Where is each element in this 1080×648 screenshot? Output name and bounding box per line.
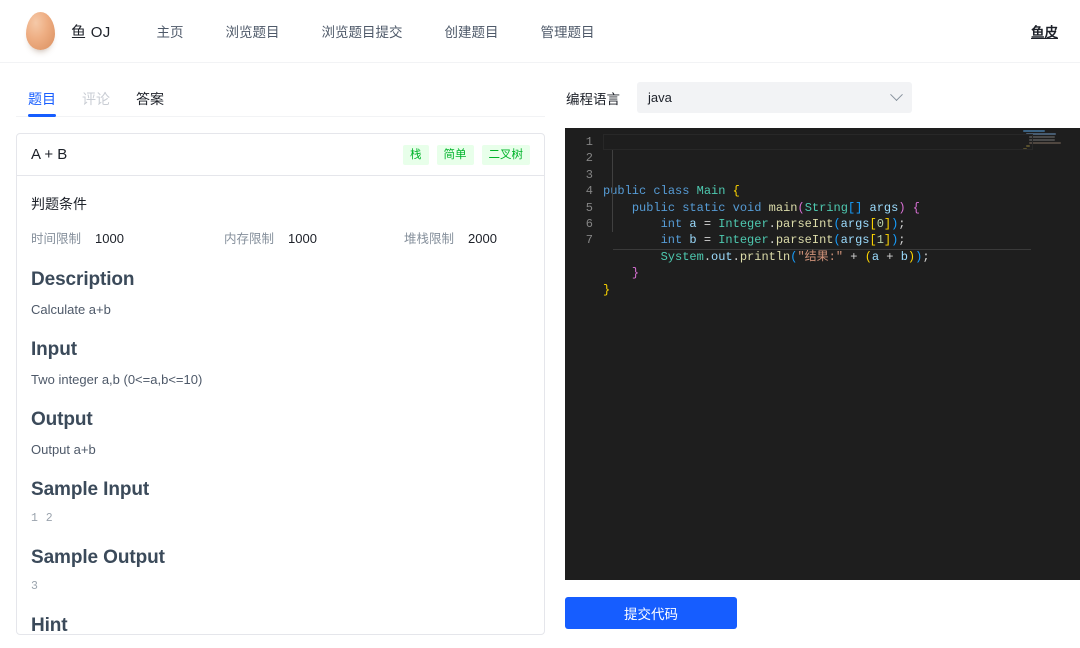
page-title: A + B [31, 146, 67, 163]
language-label: 编程语言 [566, 88, 620, 108]
problem-tabs: 题目 评论 答案 [16, 81, 545, 117]
submit-code-button[interactable]: 提交代码 [565, 597, 737, 629]
tag-item: 栈 [403, 145, 429, 165]
problem-card-header: A + B 栈 简单 二叉树 [17, 134, 544, 176]
limit-label: 时间限制 [31, 228, 81, 247]
code-line: int a = Integer.parseInt(args[0]); [603, 216, 1080, 232]
language-select-value: java [648, 90, 672, 105]
section-heading-sample-input: Sample Input [31, 479, 530, 501]
code-line: public static void main(String[] args) { [603, 200, 1080, 216]
nav-item-manage-problems[interactable]: 管理题目 [541, 21, 595, 41]
code-line: public class Main { [603, 183, 1080, 199]
line-number: 7 [565, 232, 593, 248]
brand-name: 鱼 OJ [71, 21, 111, 42]
tab-comments[interactable]: 评论 [82, 89, 110, 116]
tab-problem[interactable]: 题目 [28, 89, 56, 116]
section-body-sample-output: 3 [31, 580, 530, 593]
tab-answer[interactable]: 答案 [136, 89, 164, 116]
nav-item-create-problem[interactable]: 创建题目 [445, 21, 499, 41]
line-number: 1 [565, 134, 593, 150]
limit-value: 2000 [468, 231, 497, 246]
tag-list: 栈 简单 二叉树 [403, 145, 530, 165]
brand[interactable]: 鱼 OJ [0, 12, 111, 50]
app-header: 鱼 OJ 主页 浏览题目 浏览题目提交 创建题目 管理题目 鱼皮 [0, 0, 1080, 63]
code-text[interactable]: public class Main { public static void m… [603, 134, 1080, 298]
code-line: } [603, 282, 1080, 298]
problem-markdown: Description Calculate a+b Input Two inte… [31, 269, 530, 635]
section-body-description: Calculate a+b [31, 302, 530, 317]
limit-label: 内存限制 [224, 228, 274, 247]
line-number: 5 [565, 200, 593, 216]
page-content: 题目 评论 答案 A + B 栈 简单 二叉树 判题条件 时间限制 1000 [0, 63, 1080, 648]
section-heading-description: Description [31, 269, 530, 291]
line-number: 6 [565, 216, 593, 232]
tag-item: 简单 [437, 145, 474, 165]
limit-memory: 内存限制 1000 [224, 228, 404, 247]
code-line: } [603, 265, 1080, 281]
section-body-sample-input: 1 2 [31, 512, 530, 525]
egg-logo-icon [26, 12, 55, 50]
limit-value: 1000 [288, 231, 317, 246]
limit-time: 时间限制 1000 [31, 228, 224, 247]
tag-item: 二叉树 [482, 145, 531, 165]
problem-card-body: 判题条件 时间限制 1000 内存限制 1000 堆栈限制 2000 [17, 176, 544, 635]
section-body-input: Two integer a,b (0<=a,b<=10) [31, 372, 530, 387]
section-body-output: Output a+b [31, 442, 530, 457]
line-number: 3 [565, 167, 593, 183]
nav-item-browse-submissions[interactable]: 浏览题目提交 [322, 21, 403, 41]
limit-stack: 堆栈限制 2000 [404, 228, 497, 247]
language-select[interactable]: java [637, 82, 912, 113]
limit-value: 1000 [95, 231, 124, 246]
line-number-gutter: 1 2 3 4 5 6 7 [565, 134, 603, 298]
nav-item-home[interactable]: 主页 [157, 21, 184, 41]
problem-card: A + B 栈 简单 二叉树 判题条件 时间限制 1000 内存限制 100 [16, 133, 545, 635]
section-heading-sample-output: Sample Output [31, 547, 530, 569]
language-row: 编程语言 java [565, 81, 1080, 114]
judge-conditions-title: 判题条件 [31, 194, 530, 214]
section-heading-hint: Hint [31, 615, 530, 635]
limit-label: 堆栈限制 [404, 228, 454, 247]
line-number: 2 [565, 150, 593, 166]
section-heading-input: Input [31, 339, 530, 361]
code-editor[interactable]: 1 2 3 4 5 6 7 public class Main { public… [565, 128, 1080, 580]
code-area: 1 2 3 4 5 6 7 public class Main { public… [565, 128, 1080, 298]
code-line: System.out.println("结果:" + (a + b)); [603, 249, 1080, 265]
user-name-link[interactable]: 鱼皮 [1031, 21, 1058, 41]
chevron-down-icon [890, 88, 903, 101]
code-pane: 编程语言 java 1 2 3 [561, 63, 1080, 648]
main-nav: 主页 浏览题目 浏览题目提交 创建题目 管理题目 [157, 21, 595, 41]
section-heading-output: Output [31, 409, 530, 431]
judge-limits: 时间限制 1000 内存限制 1000 堆栈限制 2000 [31, 228, 530, 247]
indent-guide [612, 150, 613, 232]
nav-item-browse-problems[interactable]: 浏览题目 [226, 21, 280, 41]
line-number: 4 [565, 183, 593, 199]
code-line: int b = Integer.parseInt(args[1]); [603, 232, 1080, 248]
problem-pane: 题目 评论 答案 A + B 栈 简单 二叉树 判题条件 时间限制 1000 [0, 63, 561, 648]
